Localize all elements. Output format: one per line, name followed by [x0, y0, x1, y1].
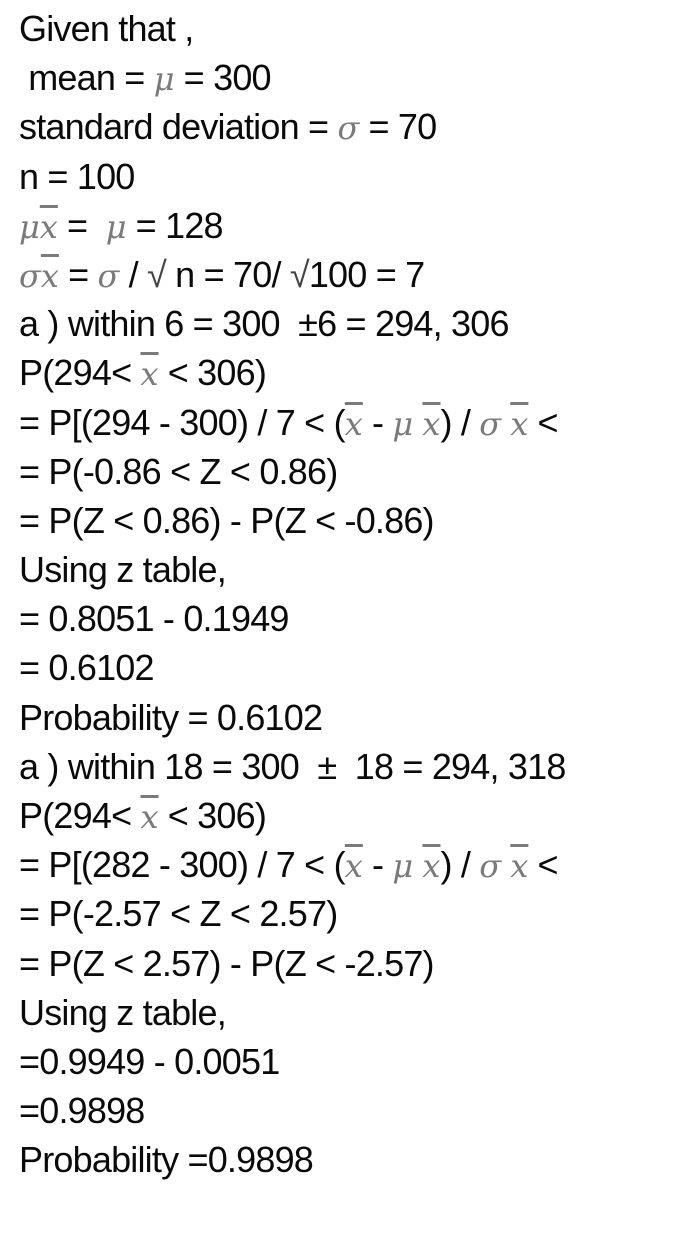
line-text: a ) within 6 = 300 ±6 = 294, 306 — [19, 303, 510, 345]
math-symbol-xbar: x — [140, 355, 159, 394]
math-symbol-xbar: x — [39, 207, 58, 246]
solution-document: Given that , mean = μ = 300 standard devi… — [19, 4, 679, 1185]
math-symbol-xbar: x — [344, 847, 363, 886]
math-symbol: μ — [19, 207, 40, 246]
line-text: = P(-0.86 < Z < 0.86) — [19, 450, 338, 492]
solution-line: = P(-0.86 < Z < 0.86) — [19, 447, 679, 496]
solution-line: mean = μ = 300 — [19, 53, 679, 102]
math-symbol-xbar: x — [344, 404, 363, 443]
solution-line: Using z table, — [19, 545, 679, 594]
math-symbol: μ — [105, 207, 127, 246]
solution-line: = P(-2.57 < Z < 2.57) — [19, 889, 679, 938]
line-text: Probability =0.9898 — [19, 1139, 314, 1181]
line-text: 100 = 7 — [308, 253, 425, 295]
line-text: / — [119, 253, 147, 295]
solution-line: μx = μ = 128 — [19, 201, 679, 250]
solution-line: = 0.6102 — [19, 643, 679, 692]
line-text — [501, 844, 510, 885]
math-symbol-xbar: x — [140, 798, 159, 836]
line-text: < — [528, 401, 559, 443]
solution-line: σx = σ / √ n = 70/ √100 = 7 — [19, 250, 679, 299]
line-text: = — [57, 204, 106, 246]
line-text: = P(Z < 2.57) - P(Z < -2.57) — [19, 942, 435, 984]
line-text: n = 100 — [19, 155, 135, 197]
solution-line: = P(Z < 0.86) - P(Z < -0.86) — [19, 496, 679, 545]
math-symbol: σ — [19, 256, 41, 295]
solution-line: =0.9898 — [19, 1086, 679, 1135]
math-symbol: μ — [392, 847, 414, 886]
line-text: standard deviation = — [19, 106, 338, 148]
math-symbol: σ — [97, 256, 120, 295]
solution-line: Probability =0.9898 — [19, 1135, 679, 1184]
line-text: = 0.6102 — [19, 647, 155, 689]
line-text: = P(-2.57 < Z < 2.57) — [19, 893, 338, 935]
line-text: ) / — [440, 401, 480, 443]
line-text: = P[(294 - 300) / 7 < ( — [19, 401, 346, 443]
line-text: a ) within 18 = 300 ± 18 = 294, 318 — [19, 745, 566, 787]
math-symbol-xbar: x — [422, 847, 441, 886]
math-symbol-xbar: x — [510, 404, 529, 443]
math-symbol-xbar: x — [422, 404, 441, 443]
solution-line: = P[(282 - 300) / 7 < (x - μ x) / σ x < — [19, 840, 679, 889]
line-text: = — [58, 253, 98, 295]
line-text: Using z table, — [19, 549, 227, 591]
line-text: Probability = 0.6102 — [19, 696, 323, 738]
solution-line: Using z table, — [19, 988, 679, 1037]
line-text: = 70 — [359, 106, 437, 148]
math-symbol: σ — [479, 404, 502, 443]
solution-line: =0.9949 - 0.0051 — [19, 1037, 679, 1086]
line-text: < 306) — [158, 352, 267, 394]
line-text: n = 70/ — [165, 253, 290, 295]
line-text: = P[(282 - 300) / 7 < ( — [19, 844, 346, 886]
line-text: = 128 — [126, 204, 224, 246]
math-symbol: σ — [337, 109, 360, 148]
solution-line: P(294< x < 306) — [19, 348, 679, 397]
solution-line: a ) within 6 = 300 ±6 = 294, 306 — [19, 299, 679, 348]
line-text: = 0.8051 - 0.1949 — [19, 598, 289, 640]
line-text — [501, 402, 510, 443]
solution-line: = P[(294 - 300) / 7 < (x - μ x) / σ x < — [19, 398, 679, 447]
line-text: - — [362, 401, 393, 443]
line-text: Given that , — [19, 8, 194, 49]
sqrt-icon: √ — [146, 254, 167, 296]
line-text: P(294< — [19, 352, 141, 394]
math-symbol-xbar: x — [40, 256, 59, 295]
line-text: - — [362, 844, 393, 886]
solution-line: P(294< x < 306) — [19, 791, 679, 840]
line-text: ) / — [440, 844, 480, 886]
solution-line: a ) within 18 = 300 ± 18 = 294, 318 — [19, 742, 679, 791]
solution-line: Given that , — [19, 4, 679, 53]
line-text: mean = — [19, 57, 154, 99]
math-symbol: σ — [479, 847, 502, 886]
math-symbol: μ — [153, 60, 175, 99]
solution-line: = P(Z < 2.57) - P(Z < -2.57) — [19, 939, 679, 988]
solution-line: standard deviation = σ = 70 — [19, 102, 679, 151]
solution-line: = 0.8051 - 0.1949 — [19, 594, 679, 643]
math-symbol-xbar: x — [510, 847, 529, 886]
line-text: =0.9949 - 0.0051 — [19, 1040, 280, 1082]
line-text: = 300 — [174, 57, 272, 99]
line-text: Using z table, — [19, 991, 227, 1033]
line-text: P(294< — [19, 795, 141, 836]
line-text: < 306) — [158, 795, 267, 836]
solution-line: Probability = 0.6102 — [19, 693, 679, 742]
line-text: =0.9898 — [19, 1090, 145, 1132]
solution-line: n = 100 — [19, 152, 679, 201]
line-text: = P(Z < 0.86) - P(Z < -0.86) — [19, 499, 435, 541]
line-text: < — [528, 844, 559, 886]
math-symbol: μ — [392, 404, 414, 443]
sqrt-icon: √ — [289, 254, 310, 296]
